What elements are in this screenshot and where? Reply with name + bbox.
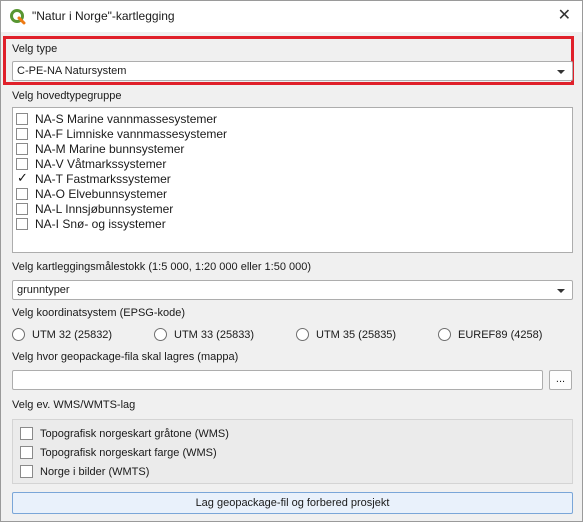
scale-select[interactable]: grunntyper [12,280,573,300]
wms-item-label: Topografisk norgeskart farge (WMS) [40,446,217,459]
list-item-label: NA-V Våtmarkssystemer [35,156,167,171]
hovedtype-label: Velg hovedtypegruppe [12,90,122,102]
checkbox[interactable] [16,217,28,230]
radio-circle[interactable] [296,328,309,341]
list-item[interactable]: NA-I Snø- og issystemer [16,216,166,231]
wms-item-label: Norge i bilder (WMTS) [40,465,150,478]
checkbox[interactable] [20,427,33,440]
list-item[interactable]: NA-L Innsjøbunnsystemer [16,201,173,216]
list-item[interactable]: NA-V Våtmarkssystemer [16,156,166,171]
radio-label: EUREF89 (4258) [458,328,543,341]
checkbox[interactable] [16,202,28,215]
radio-label: UTM 32 (25832) [32,328,113,341]
chevron-down-icon [557,289,565,293]
wms-item[interactable]: Topografisk norgeskart farge (WMS) [20,446,217,459]
checkbox[interactable] [16,157,28,170]
qgis-logo-icon [10,9,26,25]
path-input[interactable] [12,370,543,390]
list-item[interactable]: NA-F Limniske vannmassesystemer [16,126,227,141]
list-item-label: NA-M Marine bunnsystemer [35,141,185,156]
type-select[interactable]: C-PE-NA Natursystem [12,61,573,81]
wms-item[interactable]: Topografisk norgeskart gråtone (WMS) [20,427,229,440]
radio-circle[interactable] [154,328,167,341]
checkbox[interactable] [16,187,28,200]
checkbox-checked[interactable]: ✓ [16,169,28,185]
scale-select-value: grunntyper [17,284,70,296]
wms-item-label: Topografisk norgeskart gråtone (WMS) [40,427,229,440]
radio-euref89[interactable]: EUREF89 (4258) [438,328,542,341]
checkbox[interactable] [16,112,28,125]
hovedtype-list: NA-S Marine vannmassesystemer NA-F Limni… [12,107,573,253]
list-item[interactable]: NA-S Marine vannmassesystemer [16,111,217,126]
chevron-down-icon [557,70,565,74]
scale-label: Velg kartleggingsmålestokk (1:5 000, 1:2… [12,261,312,273]
radio-utm35[interactable]: UTM 35 (25835) [296,328,396,341]
window-title: "Natur i Norge"-kartlegging [32,9,175,23]
radio-label: UTM 33 (25833) [174,328,255,341]
list-item-label: NA-L Innsjøbunnsystemer [35,201,174,216]
list-item[interactable]: NA-O Elvebunnsystemer [16,186,167,201]
checkmark-icon: ✓ [17,169,28,185]
checkbox[interactable] [20,465,33,478]
checkbox[interactable] [16,127,28,140]
radio-utm33[interactable]: UTM 33 (25833) [154,328,254,341]
dialog-window: "Natur i Norge"-kartlegging ✕ Velg type … [0,0,583,522]
list-item-label: NA-O Elvebunnsystemer [35,186,168,201]
radio-circle[interactable] [438,328,451,341]
type-label: Velg type [12,43,58,55]
title-bar: "Natur i Norge"-kartlegging ✕ [1,1,582,32]
list-item-label: NA-I Snø- og issystemer [35,216,166,231]
list-item-label: NA-T Fastmarkssystemer [35,171,171,186]
checkbox[interactable] [20,446,33,459]
list-item-label: NA-S Marine vannmassesystemer [35,111,218,126]
create-geopackage-button[interactable]: Lag geopackage-fil og forbered prosjekt [12,492,573,514]
wms-item[interactable]: Norge i bilder (WMTS) [20,465,149,478]
wms-label: Velg ev. WMS/WMTS-lag [12,399,136,411]
close-icon[interactable]: ✕ [558,7,571,25]
path-label: Velg hvor geopackage-fila skal lagres (m… [12,351,239,363]
browse-button[interactable]: ... [549,370,572,390]
list-item[interactable]: ✓ NA-T Fastmarkssystemer [16,169,171,186]
wms-group: Topografisk norgeskart gråtone (WMS) Top… [12,419,573,484]
crs-label: Velg koordinatsystem (EPSG-kode) [12,307,186,319]
checkbox[interactable] [16,142,28,155]
radio-utm32[interactable]: UTM 32 (25832) [12,328,112,341]
list-item-label: NA-F Limniske vannmassesystemer [35,126,228,141]
radio-circle[interactable] [12,328,25,341]
type-select-value: C-PE-NA Natursystem [17,65,127,77]
radio-label: UTM 35 (25835) [316,328,397,341]
list-item[interactable]: NA-M Marine bunnsystemer [16,141,184,156]
